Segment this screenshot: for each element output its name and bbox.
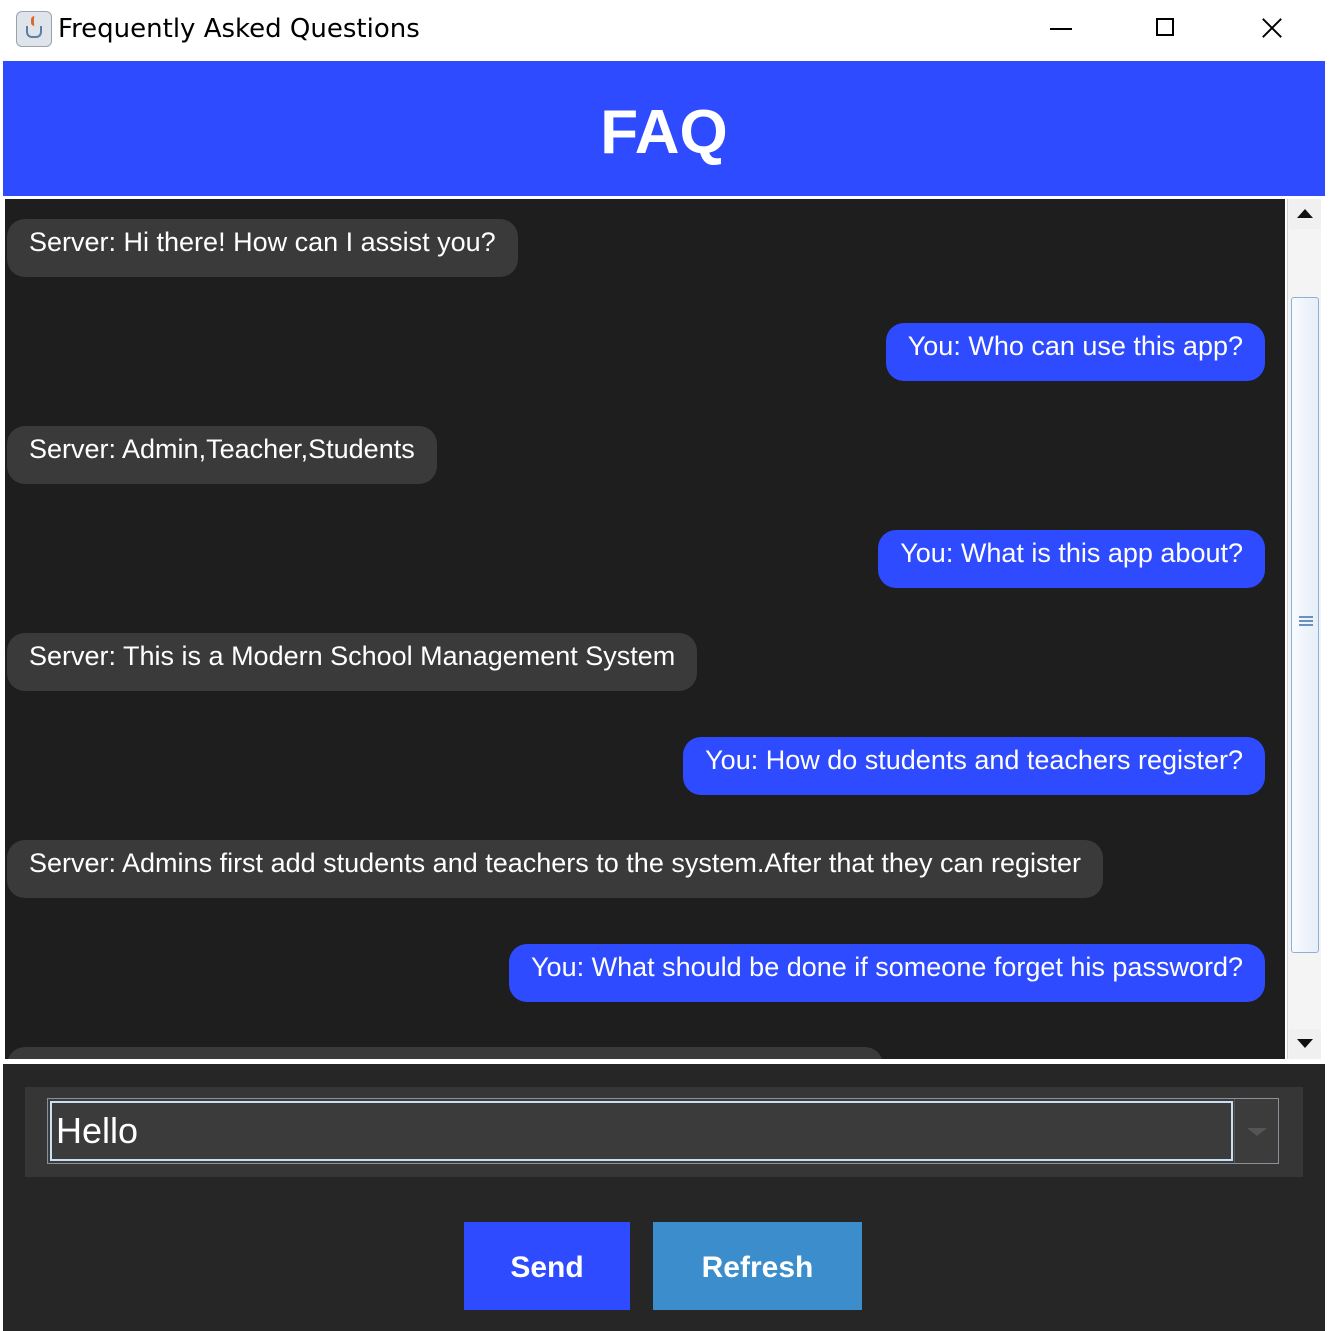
scrollbar-thumb[interactable] <box>1291 297 1319 953</box>
header-title: FAQ <box>600 98 728 167</box>
chat-scrollbar[interactable] <box>1287 199 1321 1059</box>
user-message: You: How do students and teachers regist… <box>683 737 1265 795</box>
server-message: Server: Admins first add students and te… <box>7 840 1104 898</box>
user-message: You: Who can use this app? <box>885 323 1265 381</box>
maximize-icon[interactable] <box>1142 10 1190 46</box>
input-panel: Hello <box>25 1087 1303 1177</box>
server-message-partial <box>7 1047 883 1059</box>
question-combobox[interactable]: Hello <box>47 1098 1279 1164</box>
scrollbar-grip-icon <box>1299 616 1313 626</box>
server-message: Server: This is a Modern School Manageme… <box>7 633 698 691</box>
refresh-button[interactable]: Refresh <box>653 1222 862 1310</box>
server-message: Server: Hi there! How can I assist you? <box>7 219 518 277</box>
scroll-up-icon[interactable] <box>1289 199 1321 229</box>
question-input[interactable]: Hello <box>50 1101 1233 1161</box>
user-message: You: What should be done if someone forg… <box>509 944 1265 1002</box>
java-app-icon <box>16 11 52 47</box>
minimize-icon[interactable] <box>1038 10 1086 46</box>
send-button[interactable]: Send <box>464 1222 630 1310</box>
scroll-down-icon[interactable] <box>1289 1029 1321 1059</box>
dropdown-arrow-icon[interactable] <box>1234 1099 1278 1163</box>
faq-header: FAQ <box>3 61 1325 196</box>
chat-area[interactable]: Server: Hi there! How can I assist you? … <box>5 199 1285 1059</box>
close-icon[interactable] <box>1248 10 1296 46</box>
chat-panel: Server: Hi there! How can I assist you? … <box>3 196 1325 1064</box>
app-frame: FAQ Server: Hi there! How can I assist y… <box>3 61 1325 1331</box>
title-bar: Frequently Asked Questions <box>0 0 1329 61</box>
server-message: Server: Admin,Teacher,Students <box>7 426 437 484</box>
user-message: You: What is this app about? <box>878 530 1265 588</box>
window-title: Frequently Asked Questions <box>58 14 420 44</box>
